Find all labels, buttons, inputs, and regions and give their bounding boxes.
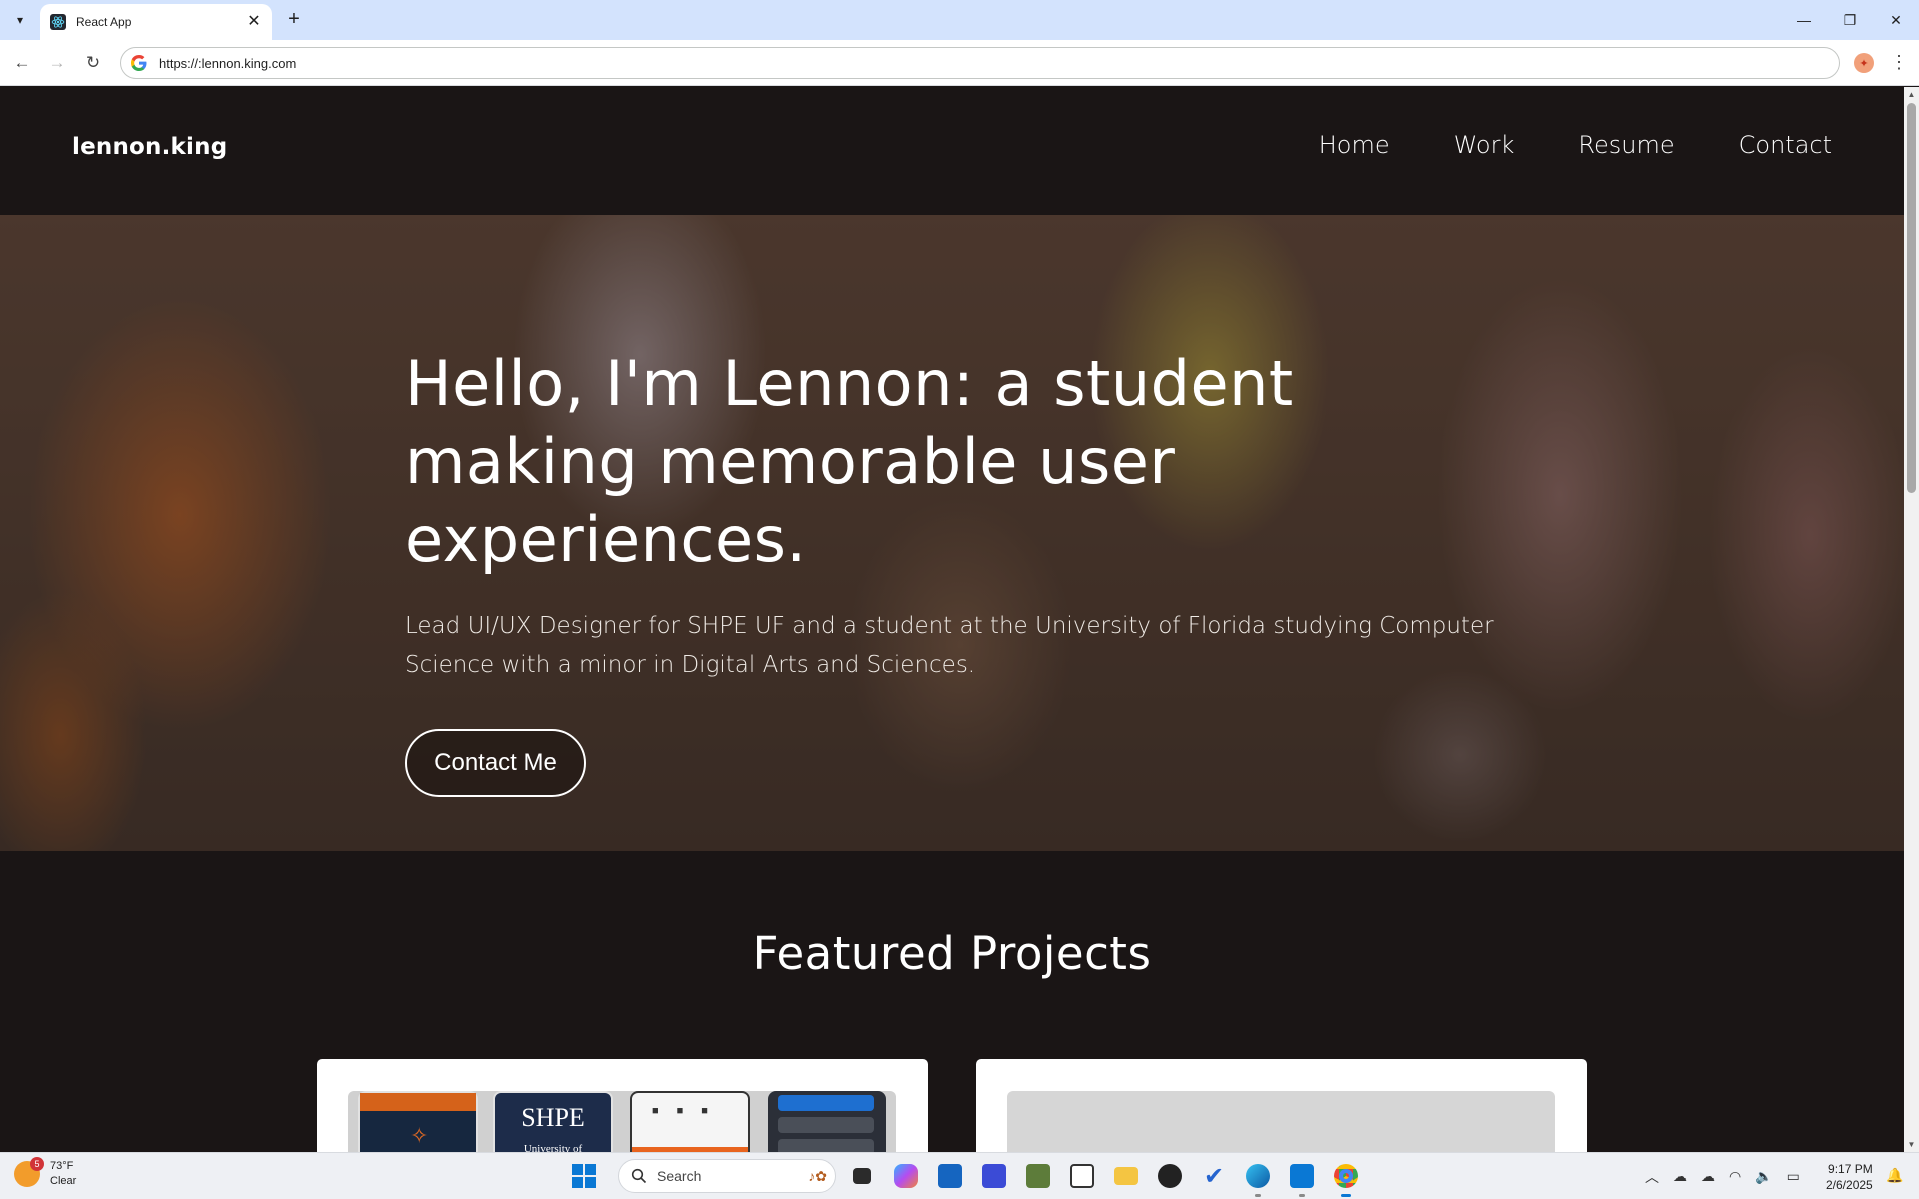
google-icon: [131, 55, 147, 71]
weather-temp: 73°F: [50, 1160, 74, 1172]
todo-check-icon[interactable]: ✔: [1196, 1158, 1232, 1194]
project-card[interactable]: [976, 1059, 1587, 1152]
site-header: lennon.king Home Work Resume Contact: [0, 87, 1904, 215]
browser-menu-icon[interactable]: ⋮: [1888, 51, 1910, 75]
taskbar-clock[interactable]: 9:17 PM 2/6/2025: [1826, 1161, 1873, 1193]
app-mockup-screen: [768, 1091, 886, 1152]
search-highlight-icon: ♪✿: [808, 1167, 827, 1184]
app-mockup-screen: ✧: [358, 1091, 478, 1152]
browser-toolbar: ← → ↻ https://:lennon.king.com ✦ ⋮: [0, 40, 1919, 86]
minimize-button[interactable]: —: [1784, 6, 1824, 34]
onedrive-icon[interactable]: ☁: [1673, 1168, 1687, 1185]
tab-close-icon[interactable]: ✕: [246, 14, 262, 30]
site-logo[interactable]: lennon.king: [72, 134, 227, 160]
mockup-nav-icons: ■■■: [652, 1105, 726, 1117]
app-mockup-screen: ■■■: [630, 1091, 750, 1152]
weather-badge: 5: [30, 1157, 44, 1171]
vpn-app-icon[interactable]: [976, 1158, 1012, 1194]
show-hidden-icons-chevron-icon[interactable]: ︿: [1645, 1167, 1659, 1187]
notification-bell-icon[interactable]: 🔔: [1886, 1167, 1904, 1185]
project-thumbnail: ✧ SHPE University of ■■■: [348, 1091, 896, 1152]
shpe-logo-icon: ✧: [410, 1123, 429, 1148]
close-window-button[interactable]: ✕: [1876, 6, 1916, 34]
windows-start-icon[interactable]: [566, 1158, 602, 1194]
vscode-icon[interactable]: [1284, 1158, 1320, 1197]
contact-me-button[interactable]: Contact Me: [405, 729, 586, 797]
unity-icon[interactable]: [1152, 1158, 1188, 1194]
copilot-icon[interactable]: [888, 1158, 924, 1194]
minecraft-icon[interactable]: [1020, 1158, 1056, 1194]
search-placeholder: Search: [657, 1168, 702, 1184]
clock-time: 9:17 PM: [1828, 1162, 1873, 1176]
new-tab-button[interactable]: +: [282, 8, 306, 32]
browser-tab-bar: ▾ React App ✕ + — ❐ ✕: [0, 0, 1919, 40]
mockup-title: SHPE: [521, 1103, 585, 1132]
nav-home-link[interactable]: Home: [1319, 131, 1390, 159]
wifi-icon[interactable]: ◠: [1729, 1168, 1741, 1185]
page-scrollbar[interactable]: ▲ ▼: [1904, 87, 1919, 1152]
battery-icon[interactable]: ▭: [1787, 1168, 1800, 1185]
restore-button[interactable]: ❐: [1830, 6, 1870, 34]
scroll-up-arrow-icon[interactable]: ▲: [1904, 87, 1919, 102]
volume-icon[interactable]: 🔈: [1755, 1168, 1772, 1185]
nav-work-link[interactable]: Work: [1454, 131, 1515, 159]
web-page: lennon.king Home Work Resume Contact Hel…: [0, 87, 1904, 1152]
microsoft-store-icon[interactable]: [932, 1158, 968, 1194]
nav-contact-link[interactable]: Contact: [1739, 131, 1832, 159]
address-bar[interactable]: https://:lennon.king.com: [120, 47, 1840, 79]
weather-widget[interactable]: 5 73°F Clear: [14, 1157, 77, 1189]
weather-moon-icon: 5: [14, 1157, 44, 1187]
project-thumbnail: [1007, 1091, 1555, 1152]
twitch-icon[interactable]: [1064, 1158, 1100, 1194]
hero-heading: Hello, I'm Lennon: a student making memo…: [405, 347, 1294, 576]
project-card[interactable]: ✧ SHPE University of ■■■: [317, 1059, 928, 1152]
site-nav: Home Work Resume Contact: [1319, 131, 1832, 159]
taskbar-search-box[interactable]: Search ♪✿: [618, 1159, 836, 1193]
clock-date: 2/6/2025: [1826, 1178, 1873, 1192]
cloud-sync-icon[interactable]: ☁: [1701, 1168, 1715, 1185]
scroll-down-arrow-icon[interactable]: ▼: [1904, 1137, 1919, 1152]
chrome-icon[interactable]: [1328, 1158, 1364, 1197]
forward-arrow-icon[interactable]: →: [43, 49, 71, 77]
edge-icon[interactable]: [1240, 1158, 1276, 1197]
weather-condition: Clear: [50, 1175, 77, 1187]
tab-search-button[interactable]: ▾: [8, 8, 32, 32]
back-arrow-icon[interactable]: ←: [8, 49, 36, 77]
extension-icon[interactable]: ✦: [1854, 53, 1874, 73]
featured-projects-title: Featured Projects: [752, 927, 1152, 980]
system-tray: ︿ ☁ ☁ ◠ 🔈 ▭: [1645, 1153, 1814, 1199]
task-view-icon[interactable]: [844, 1158, 880, 1194]
scrollbar-thumb[interactable]: [1907, 103, 1916, 493]
hero-content: Hello, I'm Lennon: a student making memo…: [405, 345, 1525, 797]
nav-resume-link[interactable]: Resume: [1578, 131, 1674, 159]
file-explorer-icon[interactable]: [1108, 1158, 1144, 1194]
windows-taskbar: 5 73°F Clear Search ♪✿ ✔ ︿ ☁ ☁ ◠ 🔈 ▭ 9:1…: [0, 1152, 1919, 1199]
react-favicon-icon: [50, 14, 66, 30]
reload-icon[interactable]: ↻: [79, 49, 107, 77]
browser-tab[interactable]: React App ✕: [40, 4, 272, 40]
url-text: https://:lennon.king.com: [159, 55, 297, 71]
search-icon: [631, 1168, 647, 1184]
hero-subheading: Lead UI/UX Designer for SHPE UF and a st…: [405, 613, 1494, 678]
taskbar-apps: Search ♪✿ ✔: [566, 1158, 1364, 1197]
hero-section: Hello, I'm Lennon: a student making memo…: [0, 215, 1904, 851]
app-mockup-screen: SHPE University of: [493, 1091, 613, 1152]
mockup-subtitle: University of: [523, 1143, 583, 1152]
tab-title: React App: [76, 15, 132, 29]
